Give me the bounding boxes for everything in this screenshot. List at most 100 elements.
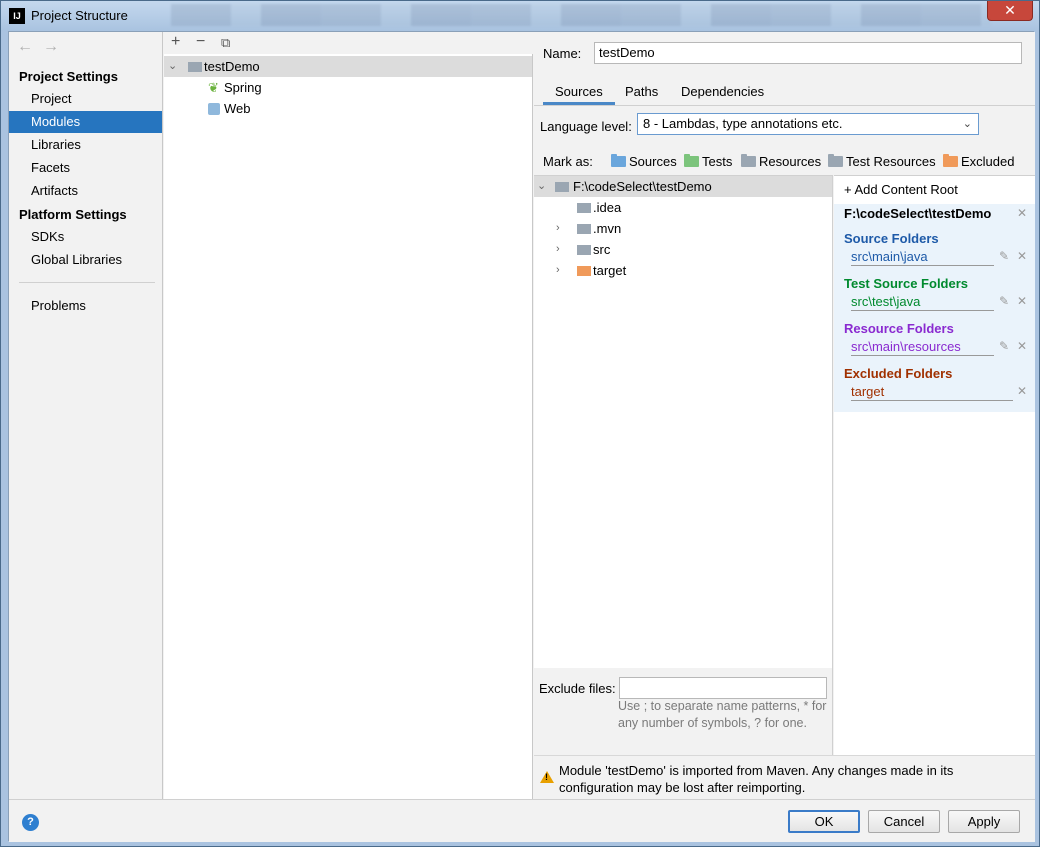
copy-icon[interactable]: ⧉ [221, 35, 230, 51]
sources-folder-icon [611, 154, 626, 167]
chevron-right-icon[interactable]: › [556, 239, 560, 260]
add-icon[interactable]: + [171, 33, 180, 51]
remove-icon[interactable]: ✕ [1017, 294, 1027, 308]
module-folder-icon [188, 62, 202, 72]
maven-warning: Module 'testDemo' is imported from Maven… [534, 755, 1035, 799]
name-label: Name: [543, 46, 582, 61]
test-folder-path: src\test\java [851, 294, 994, 311]
mark-tests-button[interactable]: Tests [684, 154, 732, 169]
mark-test-resources-button[interactable]: Test Resources [828, 154, 936, 169]
tree-item-idea[interactable]: .idea [534, 197, 832, 218]
expand-icon[interactable]: ⌄ [537, 176, 546, 197]
cancel-button[interactable]: Cancel [868, 810, 940, 833]
facet-spring[interactable]: ❦ Spring [164, 77, 532, 98]
folder-icon [577, 245, 591, 255]
remove-icon[interactable]: − [196, 33, 205, 51]
sidebar-item-artifacts[interactable]: Artifacts [9, 180, 162, 202]
forward-arrow-icon[interactable]: → [43, 38, 69, 55]
platform-settings-header: Platform Settings [19, 207, 127, 222]
exclude-files-label: Exclude files: [539, 681, 616, 696]
chevron-down-icon: ⌄ [962, 118, 972, 130]
remove-icon[interactable]: ✕ [1017, 249, 1027, 263]
chevron-right-icon[interactable]: › [556, 218, 560, 239]
facet-label: Spring [224, 80, 262, 95]
language-level-select[interactable]: 8 - Lambdas, type annotations etc. ⌄ [637, 113, 979, 135]
exclude-files-input[interactable] [619, 677, 827, 699]
warning-text: Module 'testDemo' is imported from Maven… [559, 763, 954, 795]
tree-item-src[interactable]: › src [534, 239, 832, 260]
mark-label: Test Resources [846, 154, 936, 169]
mark-sources-button[interactable]: Sources [611, 154, 677, 169]
spring-leaf-icon: ❦ [208, 80, 219, 95]
expand-icon[interactable]: ⌄ [168, 56, 177, 77]
tree-item-label: target [593, 263, 627, 278]
back-arrow-icon[interactable]: ← [17, 38, 43, 55]
edit-icon[interactable]: ✎ [999, 249, 1009, 263]
content-roots-panel: + Add Content Root F:\codeSelect\testDem… [834, 175, 1035, 755]
background-blur [171, 4, 991, 26]
tree-root-path: F:\codeSelect\testDemo [573, 179, 712, 194]
exclude-files-section: Exclude files: Use ; to separate name pa… [534, 668, 833, 755]
tree-root-row[interactable]: ⌄ F:\codeSelect\testDemo [534, 176, 832, 197]
module-tabs: Sources Paths Dependencies [534, 80, 1035, 106]
mark-excluded-button[interactable]: Excluded [943, 154, 1014, 169]
content-tree: ⌄ F:\codeSelect\testDemo .idea › .mvn › … [534, 175, 833, 668]
exclude-files-hint: Use ; to separate name patterns, * for a… [618, 699, 827, 730]
remove-icon[interactable]: ✕ [1017, 339, 1027, 353]
modules-panel: + − ⧉ ⌄ testDemo ❦ Spring Web [164, 32, 533, 799]
folder-icon [555, 182, 569, 192]
plus-icon: + [844, 182, 855, 197]
mark-label: Resources [759, 154, 822, 169]
facet-label: Web [224, 101, 251, 116]
remove-icon[interactable]: ✕ [1017, 384, 1027, 398]
language-level-value: 8 - Lambdas, type annotations etc. [643, 116, 843, 131]
mark-as-label: Mark as: [543, 154, 593, 169]
facet-web[interactable]: Web [164, 98, 532, 119]
add-content-root-button[interactable]: + Add Content Root [844, 182, 958, 197]
excluded-folder-path: target [851, 384, 1013, 401]
mark-label: Excluded [961, 154, 1015, 169]
resource-folder-path: src\main\resources [851, 339, 994, 356]
resources-folder-icon [741, 154, 756, 167]
apply-button[interactable]: Apply [948, 810, 1020, 833]
project-settings-header: Project Settings [19, 69, 118, 84]
mark-label: Tests [702, 154, 733, 169]
module-name: testDemo [204, 59, 260, 74]
sidebar-item-project[interactable]: Project [9, 88, 162, 110]
sidebar-item-sdks[interactable]: SDKs [9, 226, 162, 248]
tab-dependencies[interactable]: Dependencies [681, 84, 764, 99]
warning-icon [540, 771, 554, 783]
module-name-field[interactable]: testDemo [594, 42, 1022, 64]
sidebar-item-facets[interactable]: Facets [9, 157, 162, 179]
close-button[interactable]: ✕ [987, 1, 1033, 21]
modules-toolbar: + − ⧉ [164, 32, 533, 54]
excluded-folders-header: Excluded Folders [844, 366, 953, 381]
project-structure-window: IJ Project Structure ✕ ←→ Project Settin… [0, 0, 1040, 847]
module-details: Name: testDemo Sources Paths Dependencie… [534, 32, 1035, 799]
dialog-client: ←→ Project Settings Project Modules Libr… [8, 31, 1035, 842]
test-resources-folder-icon [828, 154, 843, 167]
sidebar-item-global-libraries[interactable]: Global Libraries [9, 249, 162, 271]
intellij-icon: IJ [9, 8, 25, 24]
mark-resources-button[interactable]: Resources [741, 154, 821, 169]
remove-root-icon[interactable]: ✕ [1017, 206, 1027, 220]
sidebar-item-libraries[interactable]: Libraries [9, 134, 162, 156]
content-root-path: F:\codeSelect\testDemo [844, 206, 992, 221]
tab-sources[interactable]: Sources [543, 84, 615, 105]
tab-paths[interactable]: Paths [625, 84, 658, 99]
test-source-folders-header: Test Source Folders [844, 276, 969, 291]
tree-item-target[interactable]: › target [534, 260, 832, 281]
edit-icon[interactable]: ✎ [999, 294, 1009, 308]
edit-icon[interactable]: ✎ [999, 339, 1009, 353]
ok-button[interactable]: OK [788, 810, 860, 833]
help-icon[interactable]: ? [22, 814, 39, 831]
tests-folder-icon [684, 154, 699, 167]
mark-as-toolbar: Mark as: Sources Tests Resources Test Re… [543, 154, 1035, 174]
sidebar-item-problems[interactable]: Problems [9, 295, 162, 317]
resource-folders-header: Resource Folders [844, 321, 954, 336]
chevron-right-icon[interactable]: › [556, 260, 560, 281]
sidebar-item-modules[interactable]: Modules [9, 111, 162, 133]
tree-item-mvn[interactable]: › .mvn [534, 218, 832, 239]
module-tree-root[interactable]: ⌄ testDemo [164, 56, 532, 77]
folder-icon [577, 203, 591, 213]
